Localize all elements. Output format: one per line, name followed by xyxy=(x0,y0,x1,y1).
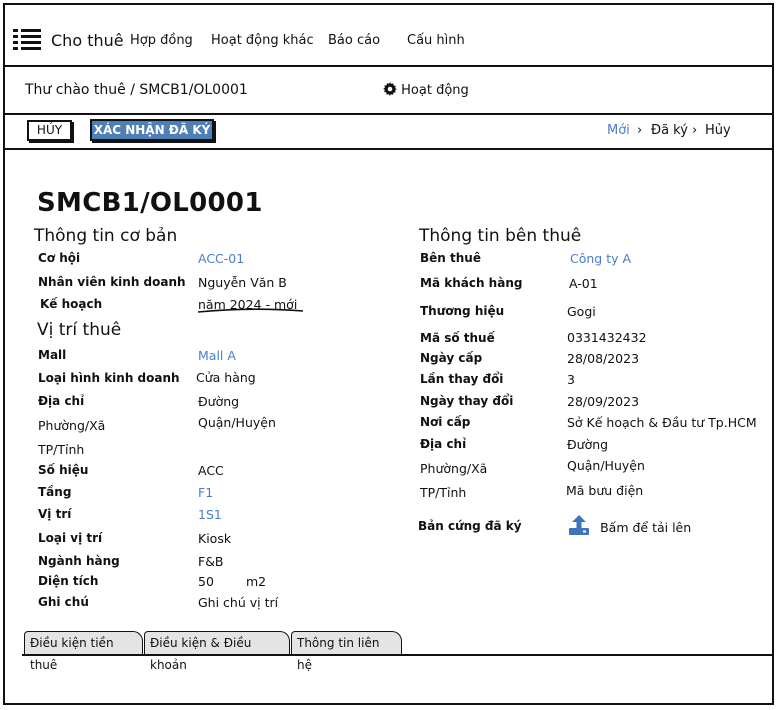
breadcrumb[interactable]: Thư chào thuê / SMCB1/OL0001 xyxy=(25,82,248,98)
tenant-province-label: TP/Tỉnh xyxy=(420,485,467,500)
salesperson-value: Nguyễn Văn B xyxy=(198,275,287,290)
nav-item-reports[interactable]: Báo cáo xyxy=(328,33,380,48)
tenant-ward-label: Phường/Xã xyxy=(420,461,488,476)
change-date-value: 28/09/2023 xyxy=(567,394,640,409)
field-label: Kế hoạch xyxy=(40,297,103,311)
field-label: Nhân viên kinh doanh xyxy=(38,275,186,289)
header-divider xyxy=(5,65,772,67)
address-value: Đường xyxy=(198,394,240,409)
field-label: Nơi cấp xyxy=(420,415,471,429)
field-label: Địa chỉ xyxy=(38,394,85,408)
change-count-value: 3 xyxy=(567,372,575,387)
business-type-value: Cửa hàng xyxy=(196,370,256,385)
field-label: Ngành hàng xyxy=(38,554,120,568)
app-menu-icon[interactable] xyxy=(13,29,41,51)
field-label: Loại hình kinh doanh xyxy=(38,371,180,385)
signed-copy-label: Bản cứng đã ký xyxy=(418,519,522,533)
stage-cancelled[interactable]: Hủy xyxy=(705,123,731,138)
upload-icon xyxy=(567,513,591,541)
area-unit: m2 xyxy=(246,574,267,589)
tenant-address-value: Đường xyxy=(567,437,609,452)
breadcrumb-divider xyxy=(5,113,772,115)
tab-bar-divider xyxy=(22,654,774,656)
field-label: Tầng xyxy=(38,485,72,499)
field-label: Bên thuê xyxy=(420,251,481,265)
field-label: Mã số thuế xyxy=(420,331,495,345)
brand-value: Gogi xyxy=(567,304,596,319)
app-title[interactable]: Cho thuê xyxy=(51,31,124,50)
activity-button[interactable]: Hoạt động xyxy=(383,82,469,100)
stage-new[interactable]: Mới xyxy=(607,123,630,138)
tenant-link[interactable]: Công ty A xyxy=(570,251,631,266)
plan-underline xyxy=(197,308,304,313)
nav-item-other-activities[interactable]: Hoạt động khác xyxy=(211,33,314,48)
note-value: Ghi chú vị trí xyxy=(198,595,279,610)
field-label: Cơ hội xyxy=(38,251,81,265)
field-label: Ghi chú xyxy=(38,595,89,609)
app-window xyxy=(3,3,774,705)
issuer-value: Sở Kế hoạch & Đầu tư Tp.HCM xyxy=(567,415,757,430)
ward-label: Phường/Xã xyxy=(38,418,106,433)
area-value: 50 xyxy=(198,574,214,589)
upload-button[interactable]: Bấm để tải lên xyxy=(567,513,691,541)
field-label: Lần thay đổi xyxy=(420,372,504,386)
chevron-right-icon: › xyxy=(692,123,698,138)
upload-label: Bấm để tải lên xyxy=(600,519,692,535)
stage-signed[interactable]: Đã ký xyxy=(651,123,688,138)
nav-item-configuration[interactable]: Cấu hình xyxy=(407,33,465,48)
nav-item-contracts[interactable]: Hợp đồng xyxy=(130,33,193,48)
field-label: Địa chỉ xyxy=(420,437,467,451)
opportunity-link[interactable]: ACC-01 xyxy=(198,251,244,266)
toolbar-divider xyxy=(5,148,772,150)
floor-link[interactable]: F1 xyxy=(198,485,213,500)
chevron-right-icon: › xyxy=(637,123,643,138)
tab-contact-info[interactable]: Thông tin liên hệ xyxy=(291,631,402,672)
record-title: SMCB1/OL0001 xyxy=(37,188,263,218)
position-link[interactable]: 1S1 xyxy=(198,507,222,522)
confirm-signed-button[interactable]: XÁC NHẬN ĐÃ KÝ xyxy=(90,119,214,141)
district-value: Quận/Huyện xyxy=(198,415,276,430)
mall-link[interactable]: Mall A xyxy=(198,348,236,363)
section-tenant-heading: Thông tin bên thuê xyxy=(419,226,582,246)
gear-icon xyxy=(383,82,397,100)
unit-number-value: ACC xyxy=(198,463,224,478)
tenant-district-value: Quận/Huyện xyxy=(567,458,645,473)
position-type-value: Kiosk xyxy=(198,531,232,546)
field-label: Vị trí xyxy=(38,507,72,521)
field-label: Mall xyxy=(38,348,67,362)
field-label: Ngày cấp xyxy=(420,351,483,365)
cancel-button[interactable]: HỦY xyxy=(27,120,72,141)
field-label: Thương hiệu xyxy=(420,304,505,318)
province-label: TP/Tỉnh xyxy=(38,442,85,457)
tab-rent-conditions[interactable]: Điều kiện tiền thuê xyxy=(24,631,143,672)
customer-code-value: A-01 xyxy=(569,276,598,291)
postal-code-value: Mã bưu điện xyxy=(566,483,644,498)
section-basic-info-heading: Thông tin cơ bản xyxy=(34,226,178,246)
field-label: Số hiệu xyxy=(38,463,89,477)
field-label: Loại vị trí xyxy=(38,531,103,545)
issue-date-value: 28/08/2023 xyxy=(567,351,640,366)
tax-code-value: 0331432432 xyxy=(567,330,647,345)
category-value: F&B xyxy=(198,554,224,569)
field-label: Mã khách hàng xyxy=(420,276,523,290)
section-location-heading: Vị trí thuê xyxy=(37,320,122,340)
field-label: Ngày thay đổi xyxy=(420,394,514,408)
activity-label: Hoạt động xyxy=(401,83,469,98)
tab-terms-conditions[interactable]: Điều kiện & Điều khoản xyxy=(144,631,290,672)
field-label: Diện tích xyxy=(38,574,99,588)
